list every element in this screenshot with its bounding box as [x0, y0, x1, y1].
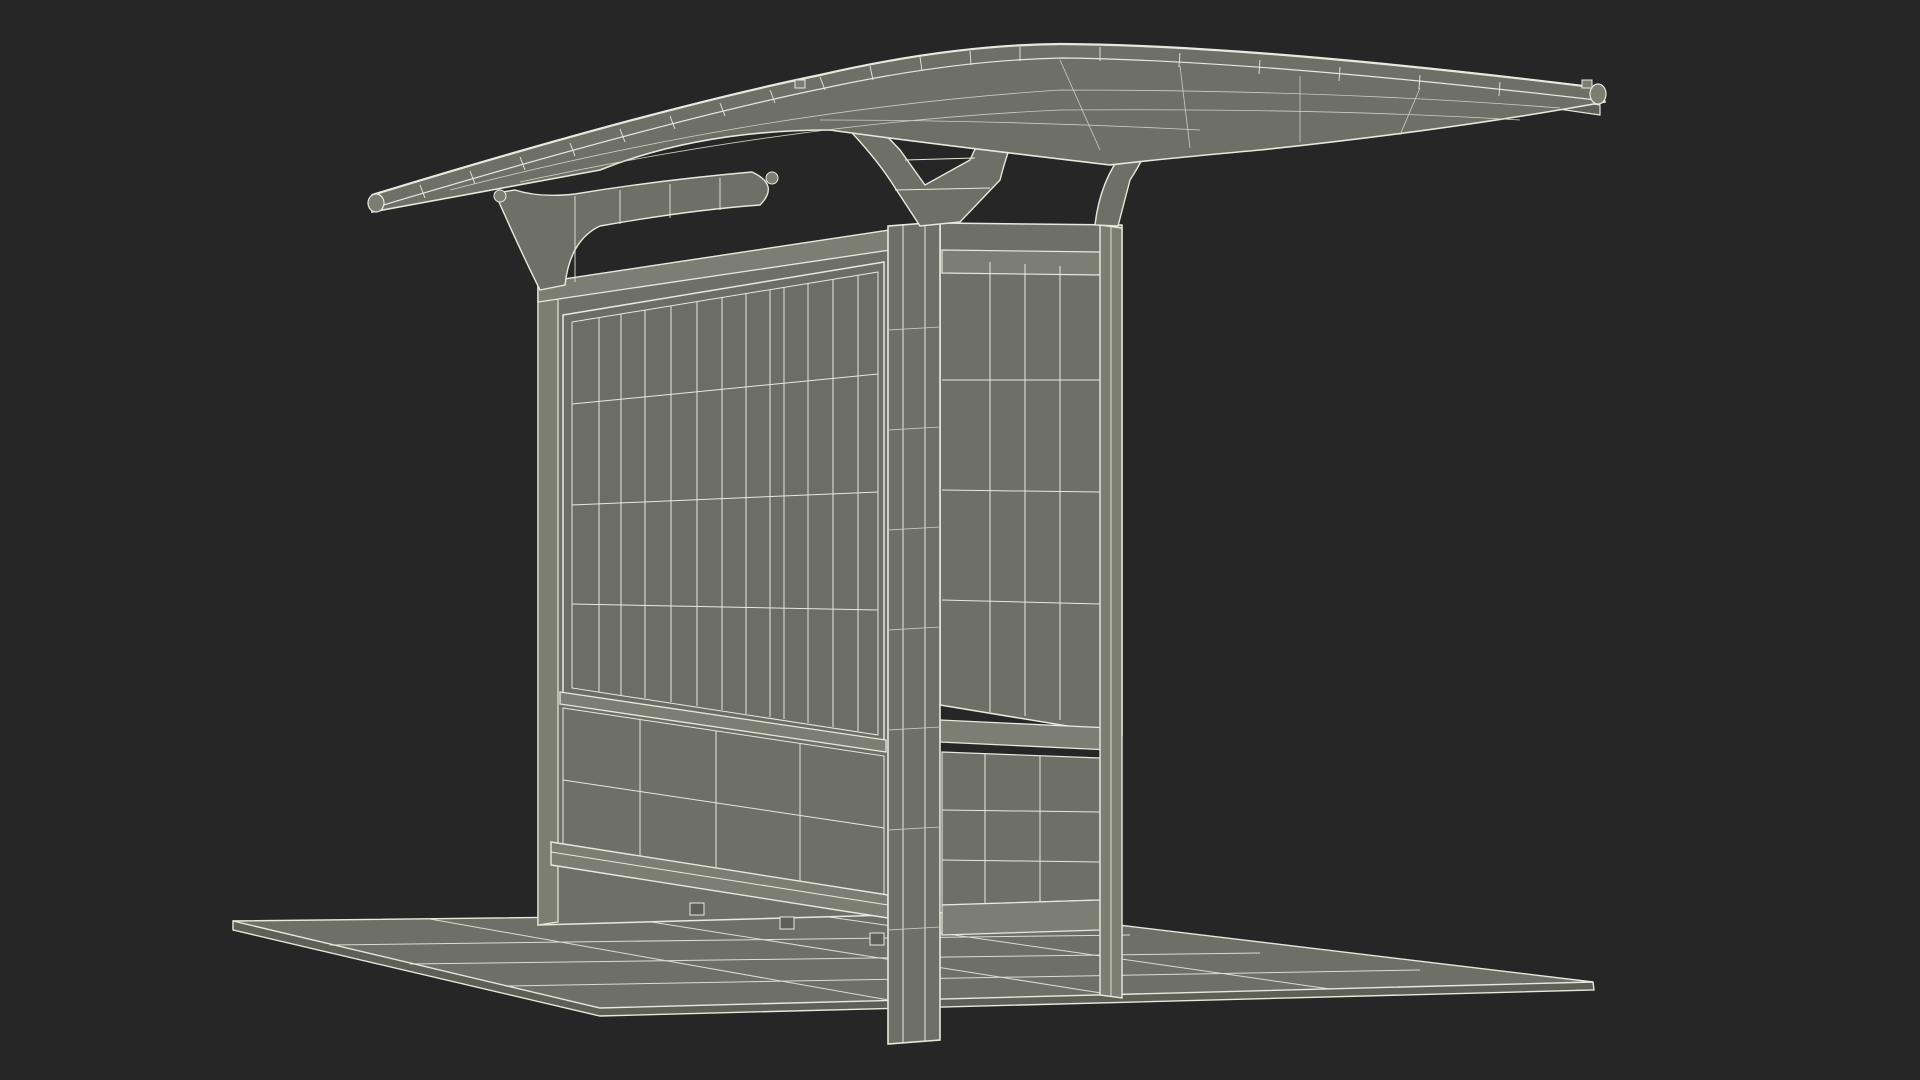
shelter-render [0, 0, 1920, 1080]
rear-post [1099, 224, 1123, 999]
render-viewport [0, 0, 1920, 1080]
side-panel-upper [939, 222, 1123, 736]
back-wall-panel [537, 229, 891, 926]
front-corner-post [887, 221, 941, 1045]
